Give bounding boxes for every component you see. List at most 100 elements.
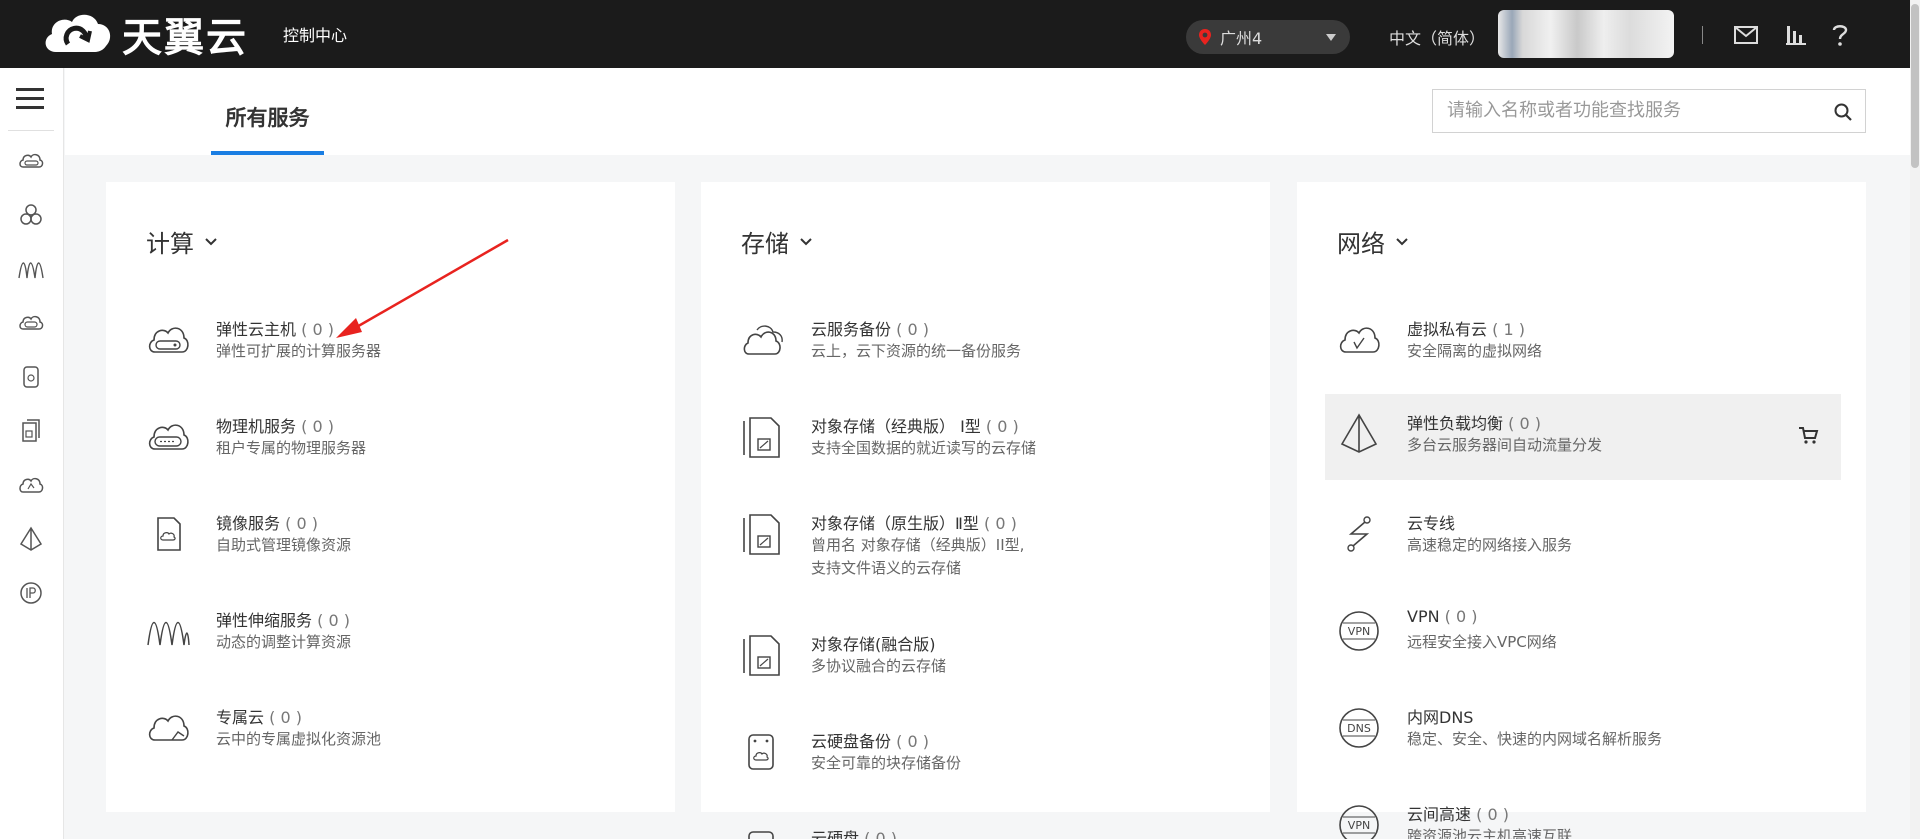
service-item-direct-connect[interactable]: 云专线 高速稳定的网络接入服务 <box>1325 494 1841 580</box>
service-desc: 多协议融合的云存储 <box>811 657 947 675</box>
service-name: 对象存储（经典版） Ⅰ型 <box>811 417 981 436</box>
vpn-globe-icon: VPN <box>1339 805 1379 839</box>
service-desc: 动态的调整计算资源 <box>216 633 352 651</box>
service-count: ( 0 ) <box>983 514 1017 533</box>
chevron-down-icon <box>800 237 812 245</box>
tab-active-indicator <box>211 151 324 155</box>
top-bar: 天翼云 控制中心 广州4 中文（简体） <box>0 0 1920 68</box>
service-name: 弹性负载均衡 <box>1407 414 1504 433</box>
direct-connect-icon <box>1347 516 1371 552</box>
service-name: 物理机服务 <box>216 417 297 436</box>
service-name: 虚拟私有云 <box>1407 320 1488 339</box>
service-item-ecs[interactable]: 弹性云主机 ( 0 ) 弹性可扩展的计算服务器 <box>134 300 650 386</box>
location-pin-icon <box>1199 29 1211 45</box>
category-title[interactable]: 计算 <box>146 224 218 259</box>
service-count: ( 0 ) <box>1444 607 1478 626</box>
ip-icon[interactable] <box>18 580 44 606</box>
service-name: 镜像服务 <box>216 514 281 533</box>
storage-icon[interactable] <box>18 310 44 336</box>
service-desc: 云中的专属虚拟化资源池 <box>216 730 382 748</box>
service-count: ( 0 ) <box>896 320 929 339</box>
elastic-scaling-icon <box>147 622 190 646</box>
image-file-icon <box>157 517 181 551</box>
service-count: ( 0 ) <box>301 320 334 339</box>
logo-cloud-icon <box>45 14 111 52</box>
user-account-redacted[interactable] <box>1498 10 1674 58</box>
service-desc: 弹性可扩展的计算服务器 <box>216 342 382 360</box>
bar-chart-icon[interactable] <box>1782 22 1810 48</box>
service-name: 弹性云主机 <box>216 320 297 339</box>
sidebar <box>0 68 64 839</box>
disk-backup-icon <box>748 734 774 770</box>
scrollbar-thumb[interactable] <box>1911 4 1919 168</box>
cluster-icon[interactable] <box>18 202 44 228</box>
service-desc: 多台云服务器间自动流量分发 <box>1407 436 1603 454</box>
service-item-private-dns[interactable]: DNS 内网DNS 稳定、安全、快速的内网域名解析服务 <box>1325 688 1841 774</box>
language-selector[interactable]: 中文（简体） <box>1389 25 1485 49</box>
chevron-down-icon <box>1326 34 1336 41</box>
service-name: 云专线 <box>1407 514 1456 533</box>
service-desc: 租户专属的物理服务器 <box>216 439 367 457</box>
search-icon[interactable] <box>1833 102 1853 122</box>
category-card-compute: 计算 弹性云主机 ( 0 ) 弹性可扩展的计算服务器 物理机服务 ( 0 ) 租… <box>106 182 675 812</box>
service-name: 云服务备份 <box>811 320 892 339</box>
service-name: 云硬盘备份 <box>811 732 892 751</box>
cloud-icon[interactable] <box>18 472 44 498</box>
search-input[interactable] <box>1447 90 1827 130</box>
service-item-evs[interactable]: 云硬盘 ( 0 ) <box>729 809 1245 839</box>
category-title[interactable]: 网络 <box>1337 224 1409 259</box>
category-title[interactable]: 存储 <box>741 224 813 259</box>
vpn-globe-icon: VPN <box>1339 611 1379 651</box>
service-count: ( 0 ) <box>1476 805 1509 824</box>
vpc-cloud-icon <box>1339 327 1380 353</box>
help-icon[interactable] <box>1826 22 1854 48</box>
tab-all-services[interactable]: 所有服务 <box>211 90 324 155</box>
service-item-dedicated-cloud[interactable]: 专属云 ( 0 ) 云中的专属虚拟化资源池 <box>134 688 650 774</box>
logo[interactable]: 天翼云 <box>38 6 248 62</box>
service-item-oos-native-2[interactable]: 对象存储（原生版）Ⅱ型 ( 0 ) 曾用名 对象存储（经典版）II型, 支持文件… <box>729 494 1245 604</box>
load-balancer-icon[interactable] <box>18 526 44 552</box>
backup-icon[interactable] <box>18 418 44 444</box>
load-balancer-icon <box>1340 413 1378 453</box>
cloud-host-icon[interactable] <box>18 148 44 174</box>
service-count: ( 1 ) <box>1492 320 1525 339</box>
service-item-cbr[interactable]: 云服务备份 ( 0 ) 云上，云下资源的统一备份服务 <box>729 300 1245 386</box>
dns-globe-icon: DNS <box>1339 708 1379 748</box>
service-name: 云硬盘 <box>811 829 860 839</box>
service-item-oos-fusion[interactable]: 对象存储(融合版) 多协议融合的云存储 <box>729 615 1245 701</box>
region-selector[interactable]: 广州4 <box>1186 20 1350 54</box>
service-count: ( 0 ) <box>864 829 897 839</box>
mail-icon[interactable] <box>1732 22 1760 48</box>
service-name: 弹性伸缩服务 <box>216 611 313 630</box>
cart-icon[interactable] <box>1797 424 1819 446</box>
category-card-storage: 存储 云服务备份 ( 0 ) 云上，云下资源的统一备份服务 对象存储（经典版） … <box>701 182 1270 839</box>
console-link[interactable]: 控制中心 <box>283 22 347 46</box>
service-desc: 自助式管理镜像资源 <box>216 536 352 554</box>
service-item-as[interactable]: 弹性伸缩服务 ( 0 ) 动态的调整计算资源 <box>134 591 650 677</box>
service-item-cloud-connect[interactable]: VPN 云间高速 ( 0 ) 跨资源池云主机高速互联 <box>1325 785 1841 839</box>
object-storage-icon <box>743 514 780 555</box>
category-title-label: 网络 <box>1337 230 1385 258</box>
service-item-vpc[interactable]: 虚拟私有云 ( 1 ) 安全隔离的虚拟网络 <box>1325 300 1841 386</box>
service-desc-line: 曾用名 对象存储（经典版）II型, <box>811 536 1025 554</box>
service-count: ( 0 ) <box>301 417 334 436</box>
menu-toggle-icon[interactable] <box>16 88 44 110</box>
service-item-vpn[interactable]: VPN VPN ( 0 ) 远程安全接入VPC网络 <box>1325 591 1841 677</box>
category-title-label: 计算 <box>146 230 194 258</box>
object-storage-icon <box>743 635 780 676</box>
service-item-elb[interactable]: 弹性负载均衡 ( 0 ) 多台云服务器间自动流量分发 <box>1325 394 1841 480</box>
chevron-down-icon <box>1396 237 1408 245</box>
dedicated-cloud-icon <box>148 715 189 741</box>
cloud-host-icon <box>148 327 189 353</box>
service-desc: 远程安全接入VPC网络 <box>1407 633 1557 651</box>
disk-icon[interactable] <box>18 364 44 390</box>
service-item-bms[interactable]: 物理机服务 ( 0 ) 租户专属的物理服务器 <box>134 397 650 483</box>
logo-text: 天翼云 <box>122 15 248 61</box>
service-item-ims[interactable]: 镜像服务 ( 0 ) 自助式管理镜像资源 <box>134 494 650 580</box>
service-item-oos-classic-1[interactable]: 对象存储（经典版） Ⅰ型 ( 0 ) 支持全国数据的就近读写的云存储 <box>729 397 1245 483</box>
service-count: ( 0 ) <box>985 417 1019 436</box>
elastic-scaling-icon[interactable] <box>18 256 44 282</box>
service-count: ( 0 ) <box>896 732 929 751</box>
service-item-vbs[interactable]: 云硬盘备份 ( 0 ) 安全可靠的块存储备份 <box>729 712 1245 798</box>
service-name: 对象存储(融合版) <box>811 635 936 654</box>
